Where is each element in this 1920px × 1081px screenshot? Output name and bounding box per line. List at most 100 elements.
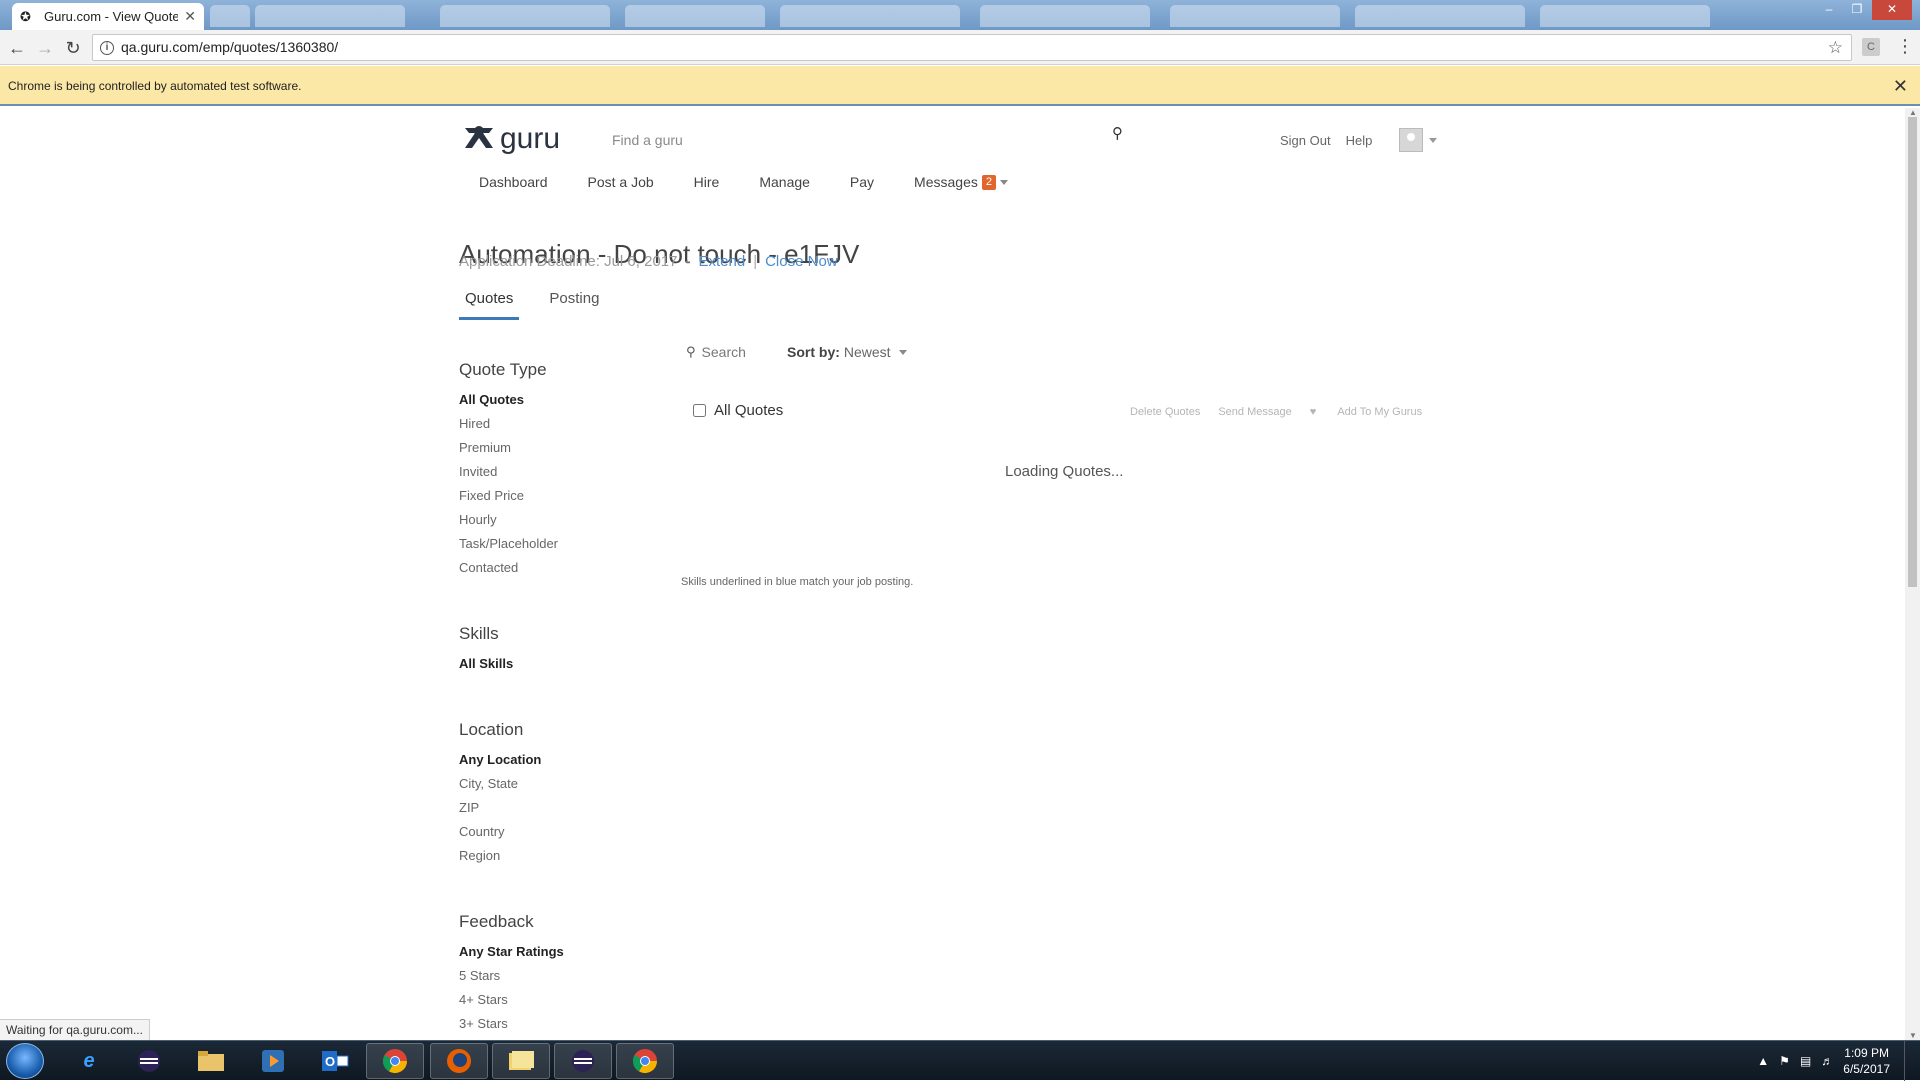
select-all-checkbox[interactable] [693,404,706,417]
forward-arrow-icon[interactable]: → [34,37,56,59]
extension-icon[interactable]: C [1862,38,1880,56]
search-icon[interactable]: ⚲ [1112,124,1123,142]
filter-option-all-quotes[interactable]: All Quotes [459,388,659,412]
nav-messages[interactable]: Messages 2 [914,174,1008,190]
filter-option-task-placeholder[interactable]: Task/Placeholder [459,532,659,556]
filter-option-all-skills[interactable]: All Skills [459,652,659,676]
network-icon[interactable]: ▤ [1800,1054,1811,1068]
volume-icon[interactable]: ♬ [1821,1054,1833,1068]
deadline-row: Application Deadline: Jul 6, 2017 - Exte… [459,253,838,270]
media-player-icon[interactable] [244,1043,302,1079]
find-guru-search-input[interactable] [610,125,1130,155]
nav-post-a-job[interactable]: Post a Job [588,174,654,190]
chevron-down-icon[interactable] [999,179,1008,185]
nav-pay[interactable]: Pay [850,174,874,190]
browser-tab-new[interactable] [210,5,250,27]
job-tabs: Quotes Posting [459,290,629,320]
filter-heading: Skills [459,624,499,643]
browser-tab-background[interactable] [1540,5,1710,27]
tray-expand-icon[interactable]: ▲ [1757,1054,1769,1068]
filter-option-hourly[interactable]: Hourly [459,508,659,532]
filter-option-contacted[interactable]: Contacted [459,556,659,580]
filter-option-any-star-ratings[interactable]: Any Star Ratings [459,940,659,964]
scrollbar-thumb[interactable] [1908,117,1917,587]
eclipse-glyph [138,1050,160,1072]
filter-option-country[interactable]: Country [459,820,659,844]
reload-icon[interactable]: ↻ [62,37,84,59]
quotes-search[interactable]: ⚲ Search [686,344,746,360]
browser-tab-background[interactable] [780,5,960,27]
delete-quotes-button[interactable]: Delete Quotes [1130,406,1200,418]
avatar[interactable] [1399,128,1424,152]
filter-option-region[interactable]: Region [459,844,659,868]
infobar-close-icon[interactable]: ✕ [1893,66,1908,106]
automation-infobar: Chrome is being controlled by automated … [0,66,1920,106]
extend-link[interactable]: Extend [698,253,745,270]
minimize-icon[interactable]: – [1816,0,1842,20]
filter-option-hired[interactable]: Hired [459,412,659,436]
start-button[interactable] [6,1043,44,1079]
filter-option-fixed-price[interactable]: Fixed Price [459,484,659,508]
close-now-link[interactable]: Close Now [765,253,838,270]
page-scrollbar[interactable]: ▲ ▼ [1905,108,1920,1040]
filter-heading: Location [459,720,524,739]
action-center-flag-icon[interactable]: ⚑ [1779,1054,1790,1068]
chevron-down-icon[interactable] [1429,137,1438,143]
send-message-button[interactable]: Send Message [1218,406,1291,418]
browser-tab-background[interactable] [625,5,765,27]
tab-quotes[interactable]: Quotes [459,290,520,320]
filter-option-city-state[interactable]: City, State [459,772,659,796]
select-all-quotes[interactable]: All Quotes [693,402,783,419]
filter-option-premium[interactable]: Premium [459,436,659,460]
window-close-icon[interactable]: ✕ [1872,0,1912,20]
nav-manage[interactable]: Manage [759,174,810,190]
eclipse-glyph [572,1050,594,1072]
show-desktop-button[interactable] [1904,1041,1914,1081]
browser-tab-active[interactable]: ✪ Guru.com - View Quotes ✕ [12,3,204,30]
nav-hire[interactable]: Hire [694,174,720,190]
filter-option-5-stars[interactable]: 5 Stars [459,964,659,988]
notes-glyph [509,1051,534,1070]
add-to-my-gurus-button[interactable]: ♥ Add To My Gurus [1310,406,1440,418]
chrome-taskbar-icon[interactable] [616,1043,674,1079]
browser-tab-background[interactable] [1355,5,1525,27]
filter-option-invited[interactable]: Invited [459,460,659,484]
guru-logo[interactable]: guru [462,120,592,160]
outlook-icon[interactable]: O [306,1043,364,1079]
eclipse-running-icon[interactable] [554,1043,612,1079]
folder-glyph [198,1051,224,1071]
filter-option-any-location[interactable]: Any Location [459,748,659,772]
link-separator: | [753,253,758,270]
notes-icon[interactable] [492,1043,550,1079]
restore-icon[interactable]: ❐ [1844,0,1870,20]
chrome-taskbar-icon[interactable] [366,1043,424,1079]
internet-explorer-icon[interactable]: e [60,1043,118,1079]
help-link[interactable]: Help [1346,133,1373,148]
info-icon[interactable]: i [100,41,114,55]
filter-option-3-stars[interactable]: 3+ Stars [459,1012,659,1036]
back-arrow-icon[interactable]: ← [6,37,28,59]
scroll-up-arrow-icon[interactable]: ▲ [1909,108,1917,117]
sort-value: Newest [843,344,891,360]
tab-close-icon[interactable]: ✕ [184,8,196,25]
svg-text:guru: guru [500,122,560,155]
browser-tab-background[interactable] [980,5,1150,27]
file-explorer-icon[interactable] [182,1043,240,1079]
nav-dashboard[interactable]: Dashboard [479,174,548,190]
address-bar[interactable]: i qa.guru.com/emp/quotes/1360380/ ☆ [92,34,1852,61]
sign-out-link[interactable]: Sign Out [1280,133,1331,148]
chevron-down-icon [898,349,907,355]
firefox-icon[interactable] [430,1043,488,1079]
sort-dropdown[interactable]: Sort by: Newest [787,344,907,360]
bookmark-star-icon[interactable]: ☆ [1828,35,1843,60]
browser-tab-background[interactable] [1170,5,1340,27]
scroll-down-arrow-icon[interactable]: ▼ [1909,1031,1917,1040]
filter-option-4-stars[interactable]: 4+ Stars [459,988,659,1012]
browser-tab-background[interactable] [255,5,405,27]
eclipse-icon[interactable] [120,1043,178,1079]
clock[interactable]: 1:09 PM 6/5/2017 [1843,1045,1890,1077]
filter-option-zip[interactable]: ZIP [459,796,659,820]
chrome-menu-icon[interactable]: ⋮ [1896,36,1914,57]
tab-posting[interactable]: Posting [543,290,605,320]
browser-tab-background[interactable] [440,5,610,27]
